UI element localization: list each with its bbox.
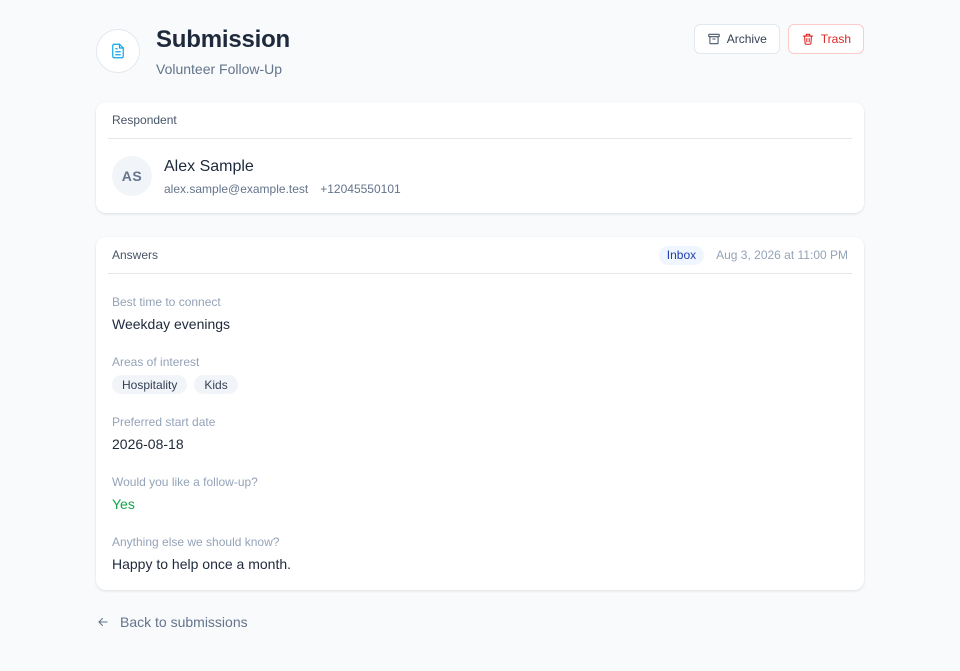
answers-card-header: Answers Inbox Aug 3, 2026 at 11:00 PM <box>108 237 852 274</box>
archive-button-label: Archive <box>726 32 767 46</box>
answers-meta: Inbox Aug 3, 2026 at 11:00 PM <box>658 245 848 265</box>
respondent-card: Respondent AS Alex Sample alex.sample@ex… <box>96 102 864 213</box>
tag-chip: Hospitality <box>112 375 188 394</box>
header-actions: Archive Trash <box>693 24 864 54</box>
respondent-section-label: Respondent <box>112 113 177 127</box>
archive-button[interactable]: Archive <box>693 24 780 54</box>
answer-value-yes: Yes <box>112 496 135 512</box>
answer-item: Anything else we should know? Happy to h… <box>112 535 291 572</box>
trash-button[interactable]: Trash <box>787 24 864 54</box>
submitted-date: Aug 3, 2026 at 11:00 PM <box>716 248 848 262</box>
respondent-phone: +12045550101 <box>320 182 401 196</box>
respondent-name: Alex Sample <box>164 158 254 175</box>
status-badge: Inbox <box>658 245 705 265</box>
question-label: Would you like a follow-up? <box>112 475 258 489</box>
answer-item: Best time to connect Weekday evenings <box>112 295 230 332</box>
respondent-email: alex.sample@example.test <box>164 182 309 196</box>
answer-item: Areas of interest Hospitality Kids <box>112 355 238 394</box>
answer-value: Weekday evenings <box>112 316 231 332</box>
back-to-submissions-link[interactable]: Back to submissions <box>96 614 248 630</box>
question-label: Anything else we should know? <box>112 535 280 549</box>
tag-chip: Kids <box>194 375 238 394</box>
interest-tags: Hospitality Kids <box>112 375 238 394</box>
answers-section-label: Answers <box>112 248 159 262</box>
trash-button-label: Trash <box>820 32 851 46</box>
respondent-card-header: Respondent <box>108 102 852 139</box>
question-label: Areas of interest <box>112 355 200 369</box>
answer-item: Would you like a follow-up? Yes <box>112 475 258 512</box>
answer-value: Happy to help once a month. <box>112 556 292 572</box>
document-icon <box>96 29 140 73</box>
respondent-contact: alex.sample@example.test +12045550101 <box>164 182 401 196</box>
back-link-label: Back to submissions <box>120 614 248 630</box>
form-name: Volunteer Follow-Up <box>156 61 283 77</box>
question-label: Best time to connect <box>112 295 221 309</box>
submission-page: Submission Volunteer Follow-Up Archive T… <box>0 0 960 671</box>
avatar: AS <box>112 156 152 196</box>
answer-value: 2026-08-18 <box>112 436 184 452</box>
page-title: Submission <box>156 26 291 53</box>
answers-card: Answers Inbox Aug 3, 2026 at 11:00 PM Be… <box>96 237 864 590</box>
arrow-left-icon <box>98 617 108 627</box>
page-header: Submission Volunteer Follow-Up Archive T… <box>96 24 864 84</box>
answer-item: Preferred start date 2026-08-18 <box>112 415 215 452</box>
archive-icon <box>707 33 720 45</box>
trash-icon <box>802 33 813 45</box>
question-label: Preferred start date <box>112 415 216 429</box>
